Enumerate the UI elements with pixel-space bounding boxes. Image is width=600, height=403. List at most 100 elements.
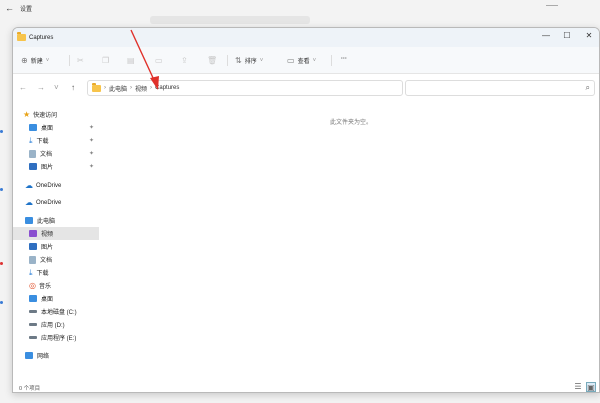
minimize-button[interactable]: — — [537, 31, 555, 40]
sidebar-item-label: 下载 — [36, 271, 49, 277]
document-icon — [29, 255, 36, 264]
paste-icon[interactable]: ▤ — [127, 56, 135, 65]
sidebar-dot-icon — [0, 262, 3, 265]
breadcrumb-captures[interactable]: Captures — [155, 85, 179, 91]
maximize-button[interactable]: ☐ — [558, 31, 576, 40]
sidebar-item-drive-d[interactable]: 应用 (D:) — [13, 318, 99, 331]
sidebar-item-downloads[interactable]: ⤓ 下载 ✦ — [13, 134, 99, 147]
minimize-icon[interactable] — [546, 0, 558, 6]
chevron-right-icon: › — [130, 85, 133, 91]
blurred-header — [150, 16, 310, 24]
delete-icon[interactable]: 🗑 — [207, 56, 217, 65]
sidebar-item-label: 文档 — [40, 152, 53, 158]
picture-icon — [29, 243, 37, 250]
folder-icon — [17, 32, 26, 41]
cloud-icon: ☁ — [25, 181, 33, 190]
view-button[interactable]: ▭ 查看 ˅ — [287, 56, 316, 65]
pc-icon — [25, 217, 33, 224]
sidebar-item-label: 应用程序 (E:) — [41, 336, 77, 342]
sidebar-item-desktop[interactable]: 桌面 ✦ — [13, 121, 99, 134]
settings-title: 设置 — [20, 7, 33, 13]
pin-icon: ✦ — [89, 125, 95, 131]
sidebar-item-documents-pc[interactable]: 文档 — [13, 253, 99, 266]
drive-icon — [29, 323, 37, 326]
address-bar[interactable]: › 此电脑 › 视频 › Captures ˅ ↻ — [87, 80, 470, 96]
tiles-view-icon[interactable]: ▣ — [586, 382, 596, 392]
sidebar-item-label: 网络 — [37, 354, 50, 360]
view-icon: ▭ — [287, 56, 295, 65]
picture-icon — [29, 163, 37, 170]
sidebar-item-pictures-pc[interactable]: 图片 — [13, 240, 99, 253]
chevron-down-icon[interactable]: ˅ — [54, 83, 59, 92]
sort-button[interactable]: ⇅ 排序 ˅ — [235, 56, 263, 65]
cloud-icon: ☁ — [25, 198, 33, 207]
sidebar-item-music[interactable]: ◎ 音乐 — [13, 279, 99, 292]
sidebar-item-label: 图片 — [41, 245, 54, 251]
sidebar-item-label: 桌面 — [41, 126, 54, 132]
share-icon[interactable]: ⇪ — [181, 56, 188, 65]
sidebar-dot-icon — [0, 188, 3, 191]
tab-captures[interactable]: Captures — [13, 28, 133, 47]
more-options-button[interactable]: ··· — [341, 56, 347, 62]
sidebar-item-this-pc[interactable]: 此电脑 — [13, 214, 99, 227]
drive-icon — [29, 336, 37, 339]
tab-label: Captures — [29, 34, 54, 41]
item-count: 0 个项目 — [19, 386, 41, 392]
music-icon: ◎ — [29, 281, 36, 290]
sidebar-item-drive-c[interactable]: 本地磁盘 (C:) — [13, 305, 99, 318]
folder-icon — [92, 82, 101, 92]
sort-icon: ⇅ — [235, 56, 242, 65]
file-list-area[interactable]: 此文件夹为空。 — [101, 101, 599, 381]
sidebar-item-network[interactable]: 网络 — [13, 349, 99, 362]
chevron-down-icon: ˅ — [259, 57, 264, 64]
sidebar-item-desktop-pc[interactable]: 桌面 — [13, 292, 99, 305]
back-arrow-icon[interactable]: ← — [5, 3, 14, 13]
plus-circle-icon: ⊕ — [21, 56, 28, 65]
cut-icon[interactable]: ✂ — [77, 56, 84, 65]
sidebar-item-label: OneDrive — [36, 199, 62, 206]
divider — [69, 55, 70, 66]
sidebar-item-drive-e[interactable]: 应用程序 (E:) — [13, 331, 99, 344]
sidebar-item-label: 图片 — [41, 165, 54, 171]
file-explorer-window: Captures — ☐ ✕ ⊕ 新建 ˅ ✂ ❐ ▤ ▭ ⇪ 🗑 ⇅ 排序 ˅… — [12, 27, 600, 393]
breadcrumb-this-pc[interactable]: 此电脑 — [109, 84, 127, 93]
status-bar: 0 个项目 ☰ ▣ — [13, 381, 599, 392]
sidebar-item-label: 下载 — [36, 139, 49, 145]
breadcrumb-videos[interactable]: 视频 — [135, 84, 147, 93]
sidebar-dot-icon — [0, 301, 3, 304]
address-row: ← → ˅ ↑ › 此电脑 › 视频 › Captures ˅ ↻ ⌕ — [13, 75, 599, 101]
star-icon: ★ — [23, 110, 31, 119]
new-button[interactable]: ⊕ 新建 ˅ — [21, 56, 49, 65]
divider — [227, 55, 228, 66]
sidebar-item-label: 此电脑 — [37, 219, 56, 225]
sidebar-item-label: 视频 — [41, 232, 54, 238]
download-icon: ⤓ — [29, 135, 33, 145]
sidebar-item-onedrive-2[interactable]: ☁ OneDrive — [13, 196, 99, 209]
download-icon: ⤓ — [29, 267, 33, 277]
up-icon[interactable]: ↑ — [71, 83, 75, 92]
video-icon — [29, 230, 37, 237]
sidebar-item-videos[interactable]: 视频 — [13, 227, 99, 240]
close-button[interactable]: ✕ — [580, 31, 598, 40]
sidebar-item-downloads-pc[interactable]: ⤓ 下载 — [13, 266, 99, 279]
rename-icon[interactable]: ▭ — [155, 56, 163, 65]
sidebar-dot-icon — [0, 130, 3, 133]
desktop-icon — [29, 295, 37, 302]
copy-icon[interactable]: ❐ — [102, 56, 109, 65]
details-view-icon[interactable]: ☰ — [573, 382, 583, 392]
back-icon[interactable]: ← — [19, 83, 27, 92]
sidebar-item-documents[interactable]: 文档 ✦ — [13, 147, 99, 160]
navigation-pane: ★ 快速访问 桌面 ✦ ⤓ 下载 ✦ 文档 ✦ 图片 ✦ ☁ OneDrive … — [13, 101, 99, 381]
sidebar-item-onedrive-1[interactable]: ☁ OneDrive — [13, 179, 99, 192]
forward-icon[interactable]: → — [37, 83, 45, 92]
chevron-down-icon: ˅ — [45, 57, 50, 64]
search-icon: ⌕ — [585, 83, 590, 92]
sidebar-item-quick-access[interactable]: ★ 快速访问 — [13, 108, 99, 121]
chevron-right-icon: › — [150, 85, 153, 91]
sidebar-item-label: 快速访问 — [33, 113, 58, 119]
search-input[interactable]: ⌕ — [405, 80, 595, 96]
chevron-right-icon: › — [104, 85, 106, 91]
command-bar: ⊕ 新建 ˅ ✂ ❐ ▤ ▭ ⇪ 🗑 ⇅ 排序 ˅ ▭ 查看 ˅ ··· — [13, 47, 599, 74]
sidebar-item-pictures[interactable]: 图片 ✦ — [13, 160, 99, 173]
pin-icon: ✦ — [89, 164, 95, 170]
